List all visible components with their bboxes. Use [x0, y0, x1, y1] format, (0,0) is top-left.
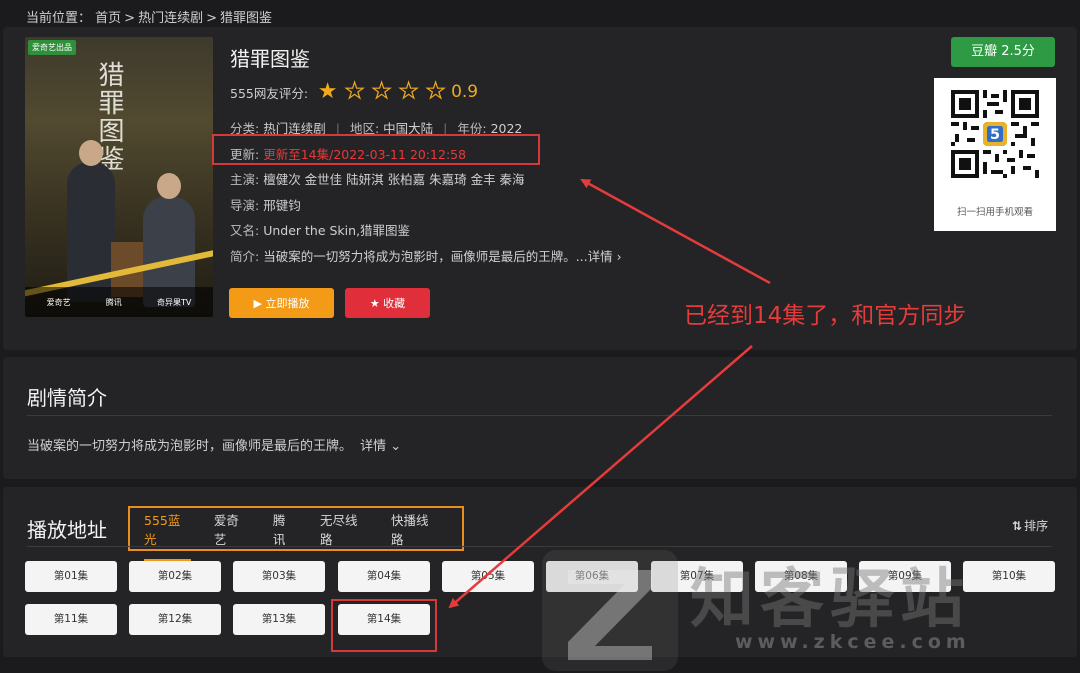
rating-row: 555网友评分: ★ ★ ★ ★ ★ 0.9 — [230, 79, 479, 104]
meta-intro-line: 简介: 当破案的一切努力将成为泡影时，画像师是最后的王牌。...详情 › — [230, 246, 622, 265]
page: 当前位置： 首页 > 热门连续剧 > 猎罪图鉴 爱奇艺出品 猎罪图鉴 爱奇艺 腾讯 奇异… — [0, 0, 1080, 673]
meta-alias-line: 又名: Under the Skin,猎罪图鉴 — [230, 220, 410, 239]
episode-button[interactable]: 第02集 — [129, 561, 221, 592]
meta-cast-line: 主演: 檀健次 金世佳 陆妍淇 张柏嘉 朱嘉琦 金丰 秦海 — [230, 169, 525, 188]
poster-logos: 爱奇艺 腾讯 奇异果TV — [25, 287, 213, 317]
episode-button[interactable]: 第06集 — [546, 561, 638, 592]
tab-source-wujin[interactable]: 无尽线路 — [320, 510, 368, 548]
douban-rating-button[interactable]: 豆瓣 2.5分 — [951, 37, 1055, 67]
rating-label: 555网友评分: — [230, 85, 309, 101]
source-tabs: 555蓝光 爱奇艺 腾讯 无尽线路 快播线路 — [128, 506, 464, 561]
favorite-button[interactable]: ★ 收藏 — [345, 288, 430, 318]
tab-source-iqiyi[interactable]: 爱奇艺 — [214, 510, 250, 548]
star-empty-icon: ★ — [344, 79, 365, 104]
breadcrumb: 当前位置： 首页 > 热门连续剧 > 猎罪图鉴 — [26, 7, 272, 26]
sort-button[interactable]: ⇅ 排序 — [1012, 517, 1048, 534]
synopsis-body: 当破案的一切努力将成为泡影时，画像师是最后的王牌。 — [27, 439, 353, 454]
episode-button[interactable]: 第04集 — [338, 561, 430, 592]
breadcrumb-home-link[interactable]: 首页 — [95, 11, 121, 26]
tab-source-tencent[interactable]: 腾讯 — [273, 510, 297, 548]
star-empty-icon: ★ — [398, 79, 419, 104]
show-info: 猎罪图鉴 555网友评分: ★ ★ ★ ★ ★ 0.9 分类: 热门连续剧 | 地区… — [230, 43, 790, 264]
director-label: 导演: — [230, 198, 260, 213]
breadcrumb-category-link[interactable]: 热门连续剧 — [138, 11, 203, 26]
tab-source-kuaibo[interactable]: 快播线路 — [391, 510, 439, 548]
intro-label: 简介: — [230, 249, 260, 264]
rating-stars: ★ ★ ★ ★ ★ — [314, 79, 449, 104]
episode-button[interactable]: 第11集 — [25, 604, 117, 635]
synopsis-more-link[interactable]: 详情 ⌄ — [360, 439, 401, 454]
intro-value: 当破案的一切努力将成为泡影时，画像师是最后的王牌。... — [263, 249, 588, 264]
tab-source-555[interactable]: 555蓝光 — [144, 510, 191, 561]
alias-value: Under the Skin,猎罪图鉴 — [263, 223, 411, 238]
episode-button[interactable]: 第13集 — [233, 604, 325, 635]
annotation-update-highlight — [212, 134, 540, 165]
poster-image[interactable]: 爱奇艺出品 猎罪图鉴 爱奇艺 腾讯 奇异果TV — [25, 37, 213, 317]
sort-icon: ⇅ — [1012, 519, 1023, 533]
episode-button[interactable]: 第10集 — [963, 561, 1055, 592]
episode-button[interactable]: 第03集 — [233, 561, 325, 592]
show-title: 猎罪图鉴 — [230, 47, 310, 71]
episode-button[interactable]: 第09集 — [859, 561, 951, 592]
poster-logo: 奇异果TV — [157, 297, 192, 307]
star-icon: ★ — [317, 79, 338, 104]
director-value: 邢键钧 — [263, 198, 301, 213]
poster-badge: 爱奇艺出品 — [28, 40, 76, 55]
qr-card: 5 扫一扫用手机观看 — [934, 78, 1056, 231]
episode-button[interactable]: 第01集 — [25, 561, 117, 592]
star-empty-icon: ★ — [371, 79, 392, 104]
synopsis-text: 当破案的一切努力将成为泡影时，画像师是最后的王牌。 详情 ⌄ — [27, 435, 401, 454]
svg-text:5: 5 — [990, 127, 1000, 143]
divider — [27, 415, 1052, 416]
poster-logo: 爱奇艺 — [46, 297, 71, 307]
play-now-button[interactable]: ▶ 立即播放 — [229, 288, 334, 318]
breadcrumb-prefix: 当前位置： — [26, 11, 92, 26]
intro-more-link[interactable]: 详情 › — [588, 249, 622, 264]
episode-button[interactable]: 第05集 — [442, 561, 534, 592]
rating-value: 0.9 — [451, 82, 479, 102]
meta-director-line: 导演: 邢键钧 — [230, 195, 301, 214]
annotation-text: 已经到14集了，和官方同步 — [684, 303, 967, 329]
poster-logo: 腾讯 — [105, 297, 122, 307]
synopsis-title: 剧情简介 — [27, 386, 107, 410]
breadcrumb-current: 猎罪图鉴 — [220, 11, 273, 26]
episode-button[interactable]: 第12集 — [129, 604, 221, 635]
star-empty-icon: ★ — [425, 79, 446, 104]
cast-value: 檀健次 金世佳 陆妍淇 张柏嘉 朱嘉琦 金丰 秦海 — [263, 172, 525, 187]
alias-label: 又名: — [230, 223, 260, 238]
breadcrumb-separator: > — [206, 11, 217, 26]
qr-code-icon: 5 — [951, 90, 1039, 178]
synopsis-panel — [3, 357, 1077, 479]
cast-label: 主演: — [230, 172, 260, 187]
breadcrumb-separator: > — [124, 11, 136, 26]
episode-button[interactable]: 第07集 — [651, 561, 743, 592]
episode-button[interactable]: 第08集 — [755, 561, 847, 592]
divider — [27, 546, 1052, 547]
sort-label: 排序 — [1024, 519, 1049, 533]
play-title: 播放地址 — [27, 518, 107, 542]
qr-caption: 扫一扫用手机观看 — [956, 207, 1033, 218]
annotation-episode-highlight — [331, 599, 437, 652]
